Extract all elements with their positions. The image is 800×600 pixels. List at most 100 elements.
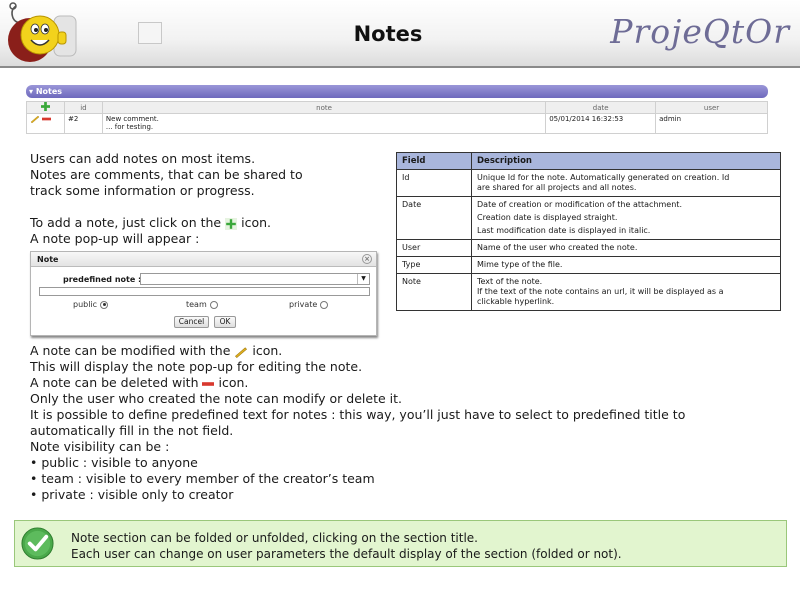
text-line: A note pop-up will appear :: [30, 231, 200, 246]
popup-title-bar: Note ×: [31, 252, 376, 267]
table-row: Note Text of the note. If the text of th…: [396, 273, 781, 311]
description-line: Unique Id for the note. Automatically ge…: [477, 173, 730, 182]
field-description-table: Field Description Id Unique Id for the n…: [396, 152, 781, 311]
tip-text: Note section can be folded or unfolded, …: [71, 530, 622, 562]
add-note-cell: [26, 101, 65, 114]
field-description: Date of creation or modification of the …: [471, 196, 781, 240]
description-line: If the text of the note contains an url,…: [477, 287, 724, 296]
ok-button[interactable]: OK: [214, 316, 236, 328]
column-header-id: id: [63, 101, 103, 114]
add-instruction-text: To add a note, just click on the: [30, 215, 222, 230]
minus-icon: [202, 381, 215, 386]
table-row: Id Unique Id for the note. Automatically…: [396, 169, 781, 197]
field-name: Id: [396, 169, 472, 197]
table-row: #2 New comment. ... for testing. 05/01/2…: [26, 113, 768, 134]
intro-text: Users can add notes on most items. Notes…: [30, 151, 390, 247]
note-text-line: New comment.: [105, 115, 159, 123]
notes-table: id note date user #2 New comment. ... fo…: [26, 101, 768, 134]
field-description: Unique Id for the note. Automatically ge…: [471, 169, 781, 197]
note-popup: Note × predefined note : ▼ public team p…: [30, 251, 377, 336]
table-row: Type Mime type of the file.: [396, 256, 781, 274]
delete-instruction: A note can be deleted with icon.: [30, 375, 790, 391]
header-bar: Notes ProjeQtOr: [0, 0, 800, 68]
minus-icon[interactable]: [42, 115, 52, 123]
table-row: Date Date of creation or modification of…: [396, 196, 781, 240]
description-line: clickable hyperlink.: [477, 297, 555, 306]
text-line: track some information or progress.: [30, 183, 255, 198]
modify-instruction-suffix: icon.: [252, 343, 283, 358]
column-header-date: date: [545, 101, 657, 114]
radio-public-label: public: [73, 300, 98, 309]
column-header-note: note: [101, 101, 547, 114]
field-description: Name of the user who created the note.: [471, 239, 781, 257]
note-text: New comment. ... for testing.: [101, 113, 547, 134]
radio-team-option[interactable]: team: [186, 300, 218, 309]
note-date: 05/01/2014 16:32:53: [545, 113, 657, 134]
cancel-button[interactable]: Cancel: [174, 316, 209, 328]
text-line: Notes are comments, that can be shared t…: [30, 167, 303, 182]
plus-icon: [225, 217, 238, 230]
check-icon: [21, 527, 54, 560]
tip-line: Note section can be folded or unfolded, …: [71, 531, 478, 545]
tip-box: Note section can be folded or unfolded, …: [14, 520, 787, 567]
field-description: Text of the note. If the text of the not…: [471, 273, 781, 311]
text-line: Note visibility can be :: [30, 439, 170, 454]
radio-private-label: private: [289, 300, 318, 309]
field-name: Type: [396, 256, 472, 274]
popup-title: Note: [37, 255, 59, 264]
predefined-note-select[interactable]: ▼: [140, 273, 370, 285]
radio-public-option[interactable]: public: [73, 300, 109, 309]
plus-icon[interactable]: [40, 102, 50, 111]
column-header-user: user: [655, 101, 768, 114]
brand-logo-text: ProjeQtOr: [610, 12, 790, 51]
collapse-arrow-icon: ▾: [29, 87, 34, 96]
note-id: #2: [63, 113, 103, 134]
description-line: Last modification date is displayed in i…: [477, 226, 651, 235]
text-line: It is possible to define predefined text…: [30, 407, 686, 422]
text-line: Only the user who created the note can m…: [30, 391, 402, 406]
text-line: This will display the note pop-up for ed…: [30, 359, 363, 374]
chevron-down-icon: ▼: [357, 274, 369, 284]
tip-line: Each user can change on user parameters …: [71, 547, 622, 561]
radio-private-option[interactable]: private: [289, 300, 329, 309]
bullet-item: • team : visible to every member of the …: [30, 471, 375, 486]
text-line: automatically fill in the not field.: [30, 423, 234, 438]
modify-instruction-text: A note can be modified with the: [30, 343, 231, 358]
modify-instruction: A note can be modified with the icon.: [30, 343, 790, 359]
field-header: Field: [396, 152, 472, 170]
notes-table-header: id note date user: [26, 101, 768, 114]
add-instruction: To add a note, just click on the icon.: [30, 215, 390, 231]
note-user: admin: [655, 113, 768, 134]
field-description: Mime type of the file.: [471, 256, 781, 274]
bullet-item: • private : visible only to creator: [30, 487, 234, 502]
field-name: User: [396, 239, 472, 257]
description-header: Description: [471, 152, 781, 170]
radio-team[interactable]: [209, 300, 218, 309]
notes-section-title[interactable]: ▾ Notes: [26, 85, 768, 98]
row-actions: [26, 113, 65, 134]
delete-instruction-text: A note can be deleted with: [30, 375, 199, 390]
radio-public[interactable]: [100, 300, 109, 309]
pencil-icon: [235, 346, 248, 358]
delete-instruction-suffix: icon.: [218, 375, 249, 390]
radio-team-label: team: [186, 300, 207, 309]
pencil-icon[interactable]: [30, 115, 40, 124]
close-icon[interactable]: ×: [362, 254, 372, 264]
predefined-note-label: predefined note :: [63, 275, 142, 284]
notes-section-label: Notes: [35, 87, 63, 96]
description-line: Text of the note.: [477, 277, 543, 286]
add-instruction-suffix: icon.: [241, 215, 271, 230]
usage-text: A note can be modified with the icon. Th…: [30, 343, 790, 503]
field-name: Note: [396, 273, 472, 311]
note-text-line: ... for testing.: [105, 123, 154, 131]
bullet-item: • public : visible to anyone: [30, 455, 198, 470]
description-line: are shared for all projects and all note…: [477, 183, 637, 192]
radio-private[interactable]: [320, 300, 329, 309]
note-text-field[interactable]: [39, 287, 370, 296]
text-line: Users can add notes on most items.: [30, 151, 256, 166]
field-name: Date: [396, 196, 472, 240]
field-table-header: Field Description: [396, 152, 781, 170]
description-line: Date of creation or modification of the …: [477, 200, 682, 209]
description-line: Creation date is displayed straight.: [477, 213, 618, 222]
table-row: User Name of the user who created the no…: [396, 239, 781, 257]
